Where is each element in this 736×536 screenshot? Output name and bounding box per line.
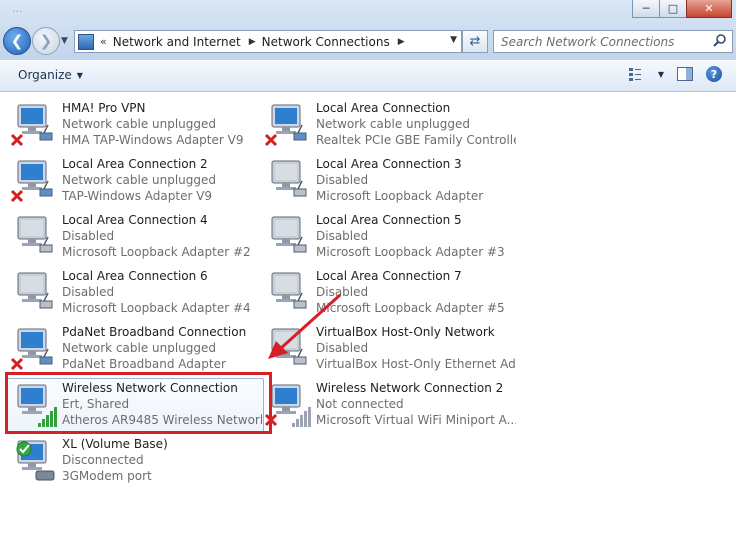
annotation-arrow-icon: [268, 293, 342, 359]
breadcrumb-separator-icon[interactable]: ▶: [249, 37, 256, 47]
breadcrumb-network-and-internet[interactable]: Network and Internet: [113, 35, 241, 49]
maximize-button[interactable]: □: [660, 0, 686, 18]
window-title: ...: [12, 2, 23, 15]
search-box[interactable]: [493, 30, 733, 53]
address-dropdown-icon[interactable]: ▼: [450, 35, 457, 45]
command-bar-right: ▼ ?: [628, 66, 722, 82]
breadcrumb-overflow[interactable]: «: [100, 35, 107, 48]
view-options-dropdown[interactable]: ▼: [658, 70, 664, 79]
back-button[interactable]: ❮: [3, 27, 31, 55]
refresh-button[interactable]: ⇄: [462, 30, 488, 53]
address-bar[interactable]: « Network and Internet ▶ Network Connect…: [74, 30, 462, 53]
organize-button[interactable]: Organize ▼: [18, 68, 83, 82]
arrow-right-icon: ❯: [39, 32, 53, 50]
minimize-button[interactable]: ─: [632, 0, 660, 18]
help-icon[interactable]: ?: [706, 66, 722, 82]
title-bar: ... ─ □ ✕ ❮ ❯ ▼ « Network and Internet ▶…: [0, 0, 736, 60]
forward-button[interactable]: ❯: [32, 27, 60, 55]
breadcrumb-network-connections[interactable]: Network Connections: [262, 35, 390, 49]
preview-pane-icon[interactable]: [676, 66, 694, 82]
command-bar: Organize ▼ ▼ ?: [0, 60, 736, 92]
breadcrumb-separator-icon[interactable]: ▶: [398, 37, 405, 47]
recent-pages-dropdown[interactable]: ▼: [61, 36, 68, 46]
refresh-icon: ⇄: [469, 34, 481, 49]
connections-view: HMA! Pro VPN Network cable unplugged HMA T…: [0, 91, 736, 536]
window-controls: ─ □ ✕: [632, 0, 732, 18]
change-view-icon[interactable]: [628, 66, 646, 82]
arrow-left-icon: ❮: [10, 32, 24, 50]
close-button[interactable]: ✕: [686, 0, 732, 18]
control-panel-icon: [78, 33, 94, 50]
chevron-down-icon: ▼: [76, 70, 83, 80]
organize-label: Organize: [18, 68, 72, 82]
search-input[interactable]: [499, 33, 708, 50]
search-icon[interactable]: [712, 33, 727, 48]
